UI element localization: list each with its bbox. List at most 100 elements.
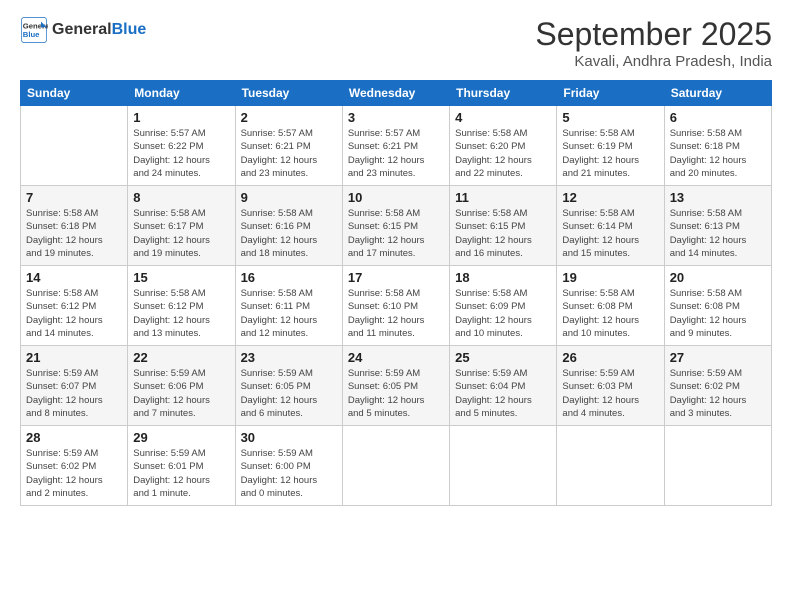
day-info: Sunrise: 5:58 AM Sunset: 6:18 PM Dayligh… bbox=[26, 207, 122, 260]
day-info: Sunrise: 5:58 AM Sunset: 6:08 PM Dayligh… bbox=[562, 287, 658, 340]
day-number: 2 bbox=[241, 110, 337, 125]
day-number: 4 bbox=[455, 110, 551, 125]
day-number: 1 bbox=[133, 110, 229, 125]
header-sunday: Sunday bbox=[21, 81, 128, 106]
header-tuesday: Tuesday bbox=[235, 81, 342, 106]
day-number: 19 bbox=[562, 270, 658, 285]
calendar-day-17: 17Sunrise: 5:58 AM Sunset: 6:10 PM Dayli… bbox=[342, 266, 449, 346]
empty-cell bbox=[664, 426, 771, 506]
calendar-day-2: 2 Sunrise: 5:57 AM Sunset: 6:21 PM Daylig… bbox=[235, 106, 342, 186]
day-info: Sunrise: 5:58 AM Sunset: 6:08 PM Dayligh… bbox=[670, 287, 766, 340]
day-info: Sunrise: 5:58 AM Sunset: 6:10 PM Dayligh… bbox=[348, 287, 444, 340]
page-header: General Blue GeneralBlue September 2025 … bbox=[20, 16, 772, 70]
logo: General Blue GeneralBlue bbox=[20, 16, 146, 44]
day-info: Sunrise: 5:58 AM Sunset: 6:12 PM Dayligh… bbox=[26, 287, 122, 340]
header-monday: Monday bbox=[128, 81, 235, 106]
day-info: Sunrise: 5:58 AM Sunset: 6:19 PM Dayligh… bbox=[562, 127, 658, 180]
day-number: 18 bbox=[455, 270, 551, 285]
day-info: Sunrise: 5:59 AM Sunset: 6:02 PM Dayligh… bbox=[26, 447, 122, 500]
empty-cell bbox=[557, 426, 664, 506]
day-number: 30 bbox=[241, 430, 337, 445]
calendar-day-24: 24Sunrise: 5:59 AM Sunset: 6:05 PM Dayli… bbox=[342, 346, 449, 426]
logo-icon: General Blue bbox=[20, 16, 48, 44]
calendar-day-11: 11 Sunrise: 5:58 AM Sunset: 6:15 PM Dayli… bbox=[450, 186, 557, 266]
day-number: 9 bbox=[241, 190, 337, 205]
calendar-day-3: 3 Sunrise: 5:57 AM Sunset: 6:21 PM Daylig… bbox=[342, 106, 449, 186]
day-number: 10 bbox=[348, 190, 444, 205]
day-number: 21 bbox=[26, 350, 122, 365]
calendar-day-4: 4 Sunrise: 5:58 AM Sunset: 6:20 PM Daylig… bbox=[450, 106, 557, 186]
calendar-table: SundayMondayTuesdayWednesdayThursdayFrid… bbox=[20, 80, 772, 506]
day-info: Sunrise: 5:58 AM Sunset: 6:20 PM Dayligh… bbox=[455, 127, 551, 180]
day-info: Sunrise: 5:58 AM Sunset: 6:15 PM Dayligh… bbox=[348, 207, 444, 260]
day-info: Sunrise: 5:58 AM Sunset: 6:11 PM Dayligh… bbox=[241, 287, 337, 340]
day-number: 16 bbox=[241, 270, 337, 285]
empty-cell bbox=[21, 106, 128, 186]
day-number: 23 bbox=[241, 350, 337, 365]
calendar-day-27: 27 Sunrise: 5:59 AM Sunset: 6:02 PM Dayli… bbox=[664, 346, 771, 426]
calendar-week-1: 7Sunrise: 5:58 AM Sunset: 6:18 PM Daylig… bbox=[21, 186, 772, 266]
calendar-day-19: 19 Sunrise: 5:58 AM Sunset: 6:08 PM Dayli… bbox=[557, 266, 664, 346]
calendar-day-20: 20 Sunrise: 5:58 AM Sunset: 6:08 PM Dayli… bbox=[664, 266, 771, 346]
day-info: Sunrise: 5:57 AM Sunset: 6:22 PM Dayligh… bbox=[133, 127, 229, 180]
calendar-day-13: 13 Sunrise: 5:58 AM Sunset: 6:13 PM Dayli… bbox=[664, 186, 771, 266]
calendar-day-25: 25Sunrise: 5:59 AM Sunset: 6:04 PM Dayli… bbox=[450, 346, 557, 426]
day-info: Sunrise: 5:59 AM Sunset: 6:02 PM Dayligh… bbox=[670, 367, 766, 420]
day-number: 28 bbox=[26, 430, 122, 445]
calendar-day-21: 21 Sunrise: 5:59 AM Sunset: 6:07 PM Dayli… bbox=[21, 346, 128, 426]
calendar-week-3: 21 Sunrise: 5:59 AM Sunset: 6:07 PM Dayli… bbox=[21, 346, 772, 426]
calendar-day-9: 9 Sunrise: 5:58 AM Sunset: 6:16 PM Daylig… bbox=[235, 186, 342, 266]
location-subtitle: Kavali, Andhra Pradesh, India bbox=[535, 53, 772, 70]
day-number: 11 bbox=[455, 190, 551, 205]
day-info: Sunrise: 5:59 AM Sunset: 6:04 PM Dayligh… bbox=[455, 367, 551, 420]
header-wednesday: Wednesday bbox=[342, 81, 449, 106]
title-block: September 2025 Kavali, Andhra Pradesh, I… bbox=[535, 16, 772, 70]
day-number: 14 bbox=[26, 270, 122, 285]
calendar-day-22: 22 Sunrise: 5:59 AM Sunset: 6:06 PM Dayli… bbox=[128, 346, 235, 426]
calendar-day-14: 14 Sunrise: 5:58 AM Sunset: 6:12 PM Dayli… bbox=[21, 266, 128, 346]
day-info: Sunrise: 5:58 AM Sunset: 6:14 PM Dayligh… bbox=[562, 207, 658, 260]
day-number: 26 bbox=[562, 350, 658, 365]
day-number: 27 bbox=[670, 350, 766, 365]
day-number: 13 bbox=[670, 190, 766, 205]
day-number: 5 bbox=[562, 110, 658, 125]
day-number: 24 bbox=[348, 350, 444, 365]
day-number: 8 bbox=[133, 190, 229, 205]
day-info: Sunrise: 5:59 AM Sunset: 6:01 PM Dayligh… bbox=[133, 447, 229, 500]
day-info: Sunrise: 5:58 AM Sunset: 6:17 PM Dayligh… bbox=[133, 207, 229, 260]
day-number: 6 bbox=[670, 110, 766, 125]
header-thursday: Thursday bbox=[450, 81, 557, 106]
day-info: Sunrise: 5:57 AM Sunset: 6:21 PM Dayligh… bbox=[348, 127, 444, 180]
day-info: Sunrise: 5:58 AM Sunset: 6:13 PM Dayligh… bbox=[670, 207, 766, 260]
day-number: 12 bbox=[562, 190, 658, 205]
day-number: 22 bbox=[133, 350, 229, 365]
calendar-day-30: 30 Sunrise: 5:59 AM Sunset: 6:00 PM Dayli… bbox=[235, 426, 342, 506]
day-number: 29 bbox=[133, 430, 229, 445]
day-info: Sunrise: 5:57 AM Sunset: 6:21 PM Dayligh… bbox=[241, 127, 337, 180]
day-info: Sunrise: 5:59 AM Sunset: 6:03 PM Dayligh… bbox=[562, 367, 658, 420]
calendar-week-2: 14 Sunrise: 5:58 AM Sunset: 6:12 PM Dayli… bbox=[21, 266, 772, 346]
calendar-day-6: 6 Sunrise: 5:58 AM Sunset: 6:18 PM Daylig… bbox=[664, 106, 771, 186]
day-info: Sunrise: 5:58 AM Sunset: 6:09 PM Dayligh… bbox=[455, 287, 551, 340]
day-info: Sunrise: 5:58 AM Sunset: 6:12 PM Dayligh… bbox=[133, 287, 229, 340]
calendar-day-7: 7Sunrise: 5:58 AM Sunset: 6:18 PM Daylig… bbox=[21, 186, 128, 266]
day-info: Sunrise: 5:58 AM Sunset: 6:16 PM Dayligh… bbox=[241, 207, 337, 260]
day-number: 20 bbox=[670, 270, 766, 285]
calendar-day-26: 26 Sunrise: 5:59 AM Sunset: 6:03 PM Dayli… bbox=[557, 346, 664, 426]
day-info: Sunrise: 5:58 AM Sunset: 6:15 PM Dayligh… bbox=[455, 207, 551, 260]
calendar-week-0: 1 Sunrise: 5:57 AM Sunset: 6:22 PM Daylig… bbox=[21, 106, 772, 186]
day-info: Sunrise: 5:58 AM Sunset: 6:18 PM Dayligh… bbox=[670, 127, 766, 180]
day-info: Sunrise: 5:59 AM Sunset: 6:00 PM Dayligh… bbox=[241, 447, 337, 500]
day-info: Sunrise: 5:59 AM Sunset: 6:06 PM Dayligh… bbox=[133, 367, 229, 420]
calendar-week-4: 28 Sunrise: 5:59 AM Sunset: 6:02 PM Dayli… bbox=[21, 426, 772, 506]
calendar-day-23: 23 Sunrise: 5:59 AM Sunset: 6:05 PM Dayli… bbox=[235, 346, 342, 426]
day-info: Sunrise: 5:59 AM Sunset: 6:05 PM Dayligh… bbox=[241, 367, 337, 420]
calendar-day-10: 10 Sunrise: 5:58 AM Sunset: 6:15 PM Dayli… bbox=[342, 186, 449, 266]
svg-text:Blue: Blue bbox=[23, 30, 40, 39]
logo-text: GeneralBlue bbox=[52, 20, 146, 39]
day-number: 15 bbox=[133, 270, 229, 285]
empty-cell bbox=[450, 426, 557, 506]
day-number: 3 bbox=[348, 110, 444, 125]
calendar-header-row: SundayMondayTuesdayWednesdayThursdayFrid… bbox=[21, 81, 772, 106]
day-info: Sunrise: 5:59 AM Sunset: 6:07 PM Dayligh… bbox=[26, 367, 122, 420]
